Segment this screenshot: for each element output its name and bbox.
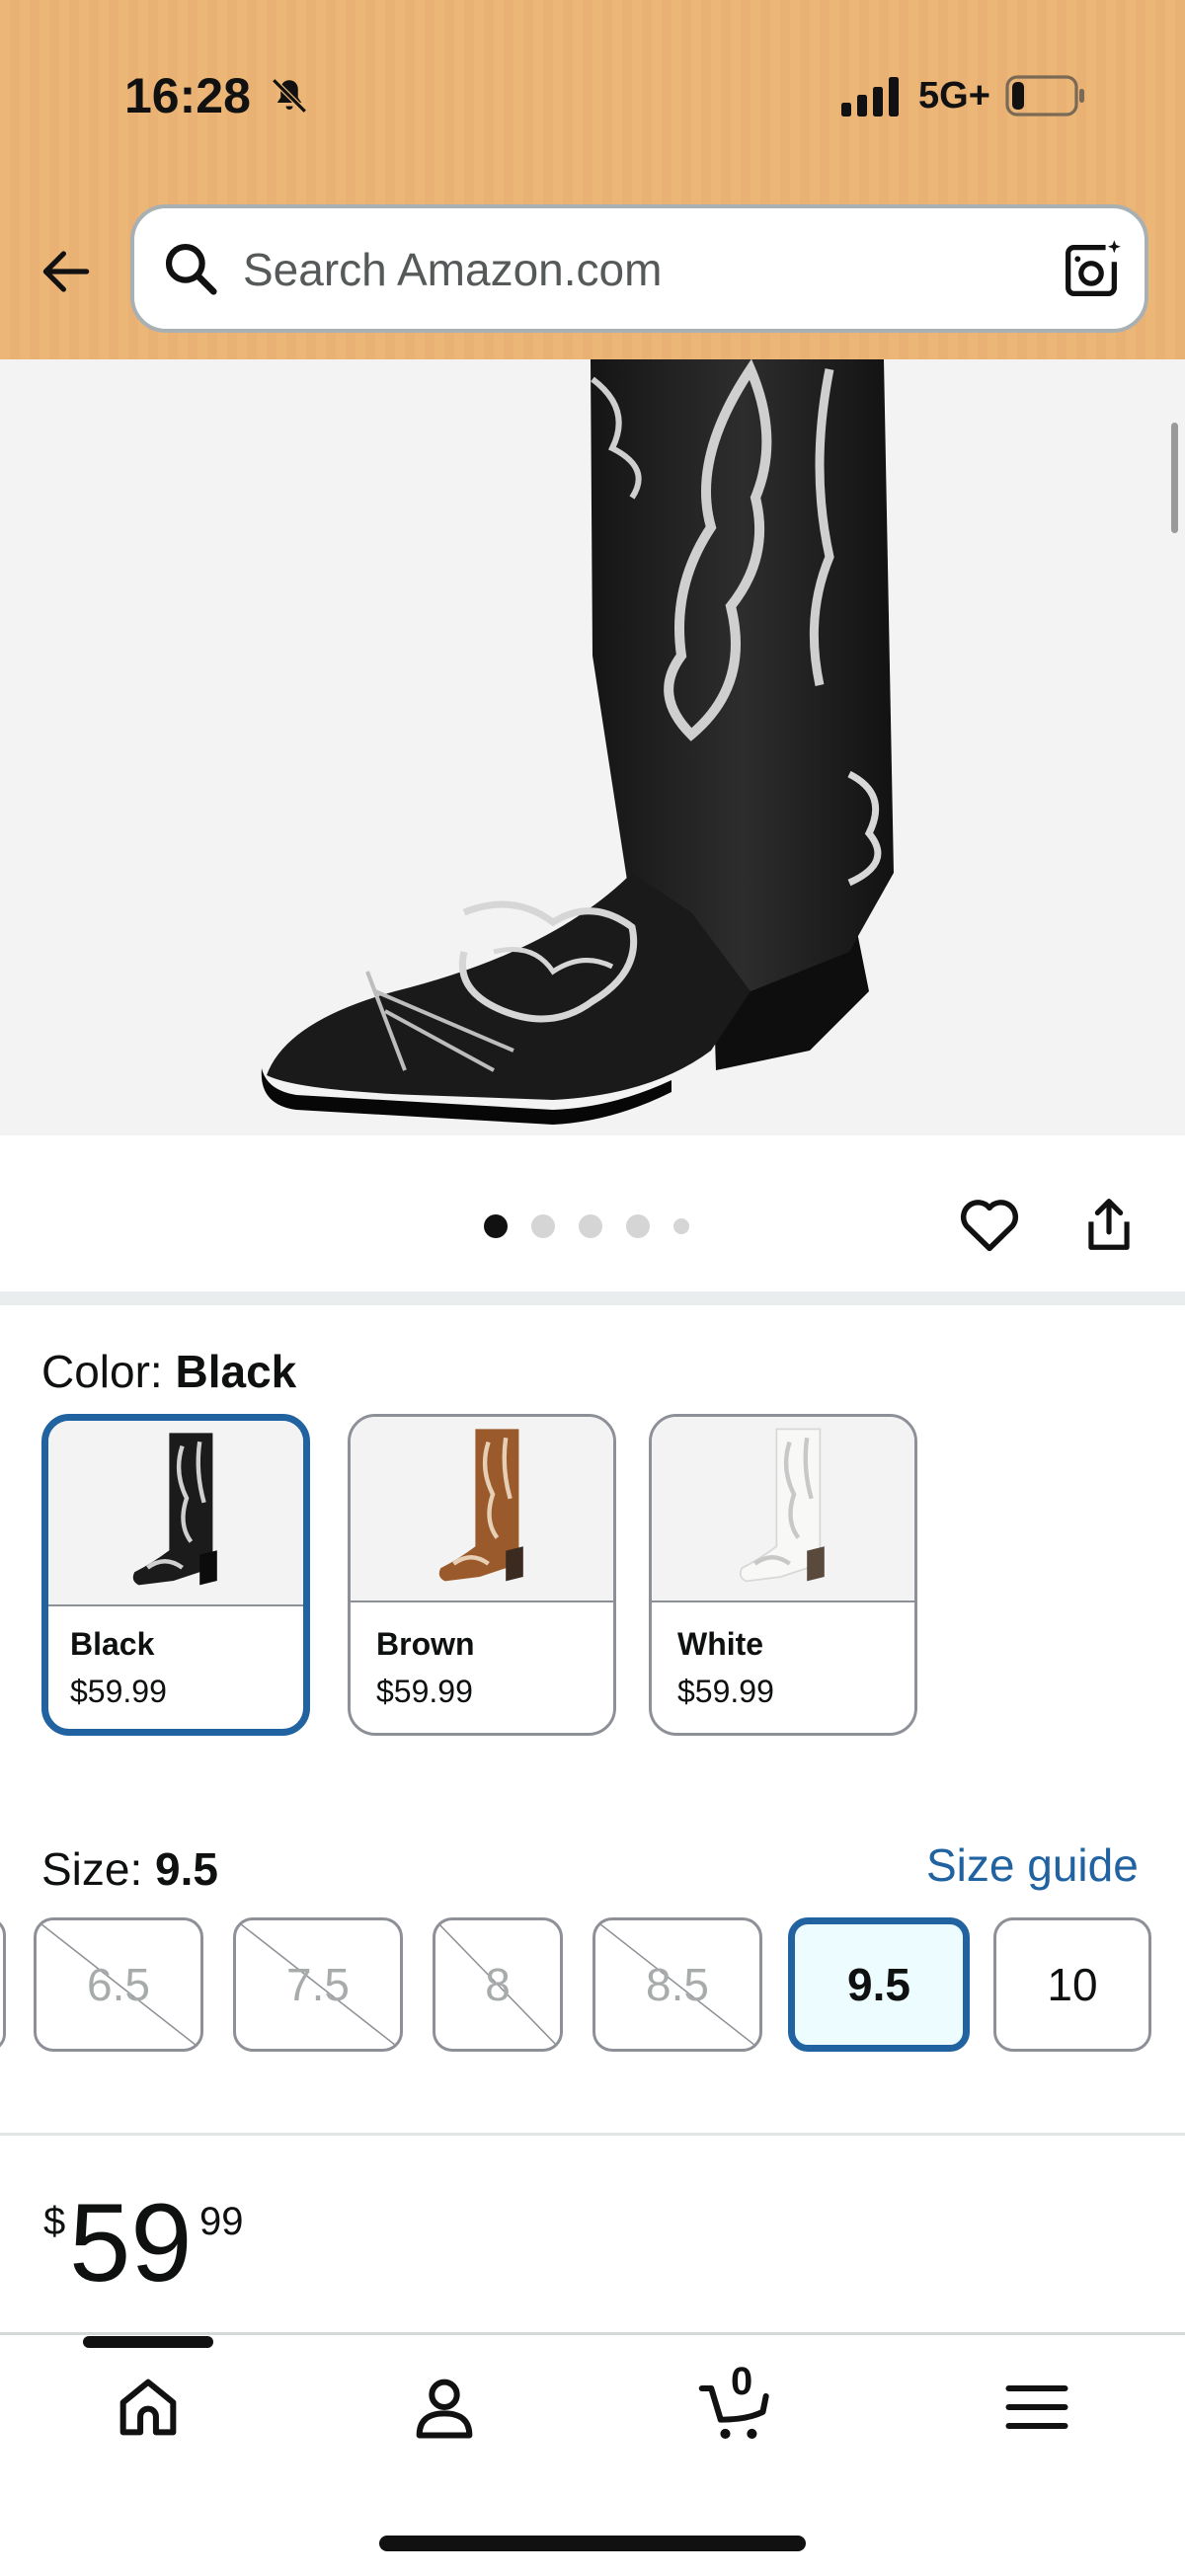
size-value: 8 [485, 1959, 511, 2010]
white-boot-thumbnail [739, 1428, 825, 1583]
network-label: 5G+ [918, 75, 990, 117]
color-swatch-white[interactable]: White $59.99 [649, 1414, 917, 1736]
size-value: 7.5 [286, 1959, 350, 2010]
black-boot-thumbnail [132, 1433, 217, 1586]
account-icon[interactable] [405, 2370, 484, 2445]
swatch-name: Brown [376, 1626, 475, 1662]
size-value: 10 [1047, 1959, 1098, 2010]
bell-muted-icon [272, 78, 307, 114]
color-swatch-black[interactable]: Black $59.99 [41, 1414, 310, 1736]
brown-boot-thumbnail [438, 1429, 523, 1582]
price-currency: $ [43, 2200, 66, 2243]
home-indicator[interactable] [379, 2536, 806, 2551]
size-option-10[interactable]: 10 [993, 1917, 1151, 2052]
search-bar[interactable] [130, 204, 1148, 333]
swatch-thumbnail [48, 1421, 303, 1606]
pagination-dot[interactable] [484, 1214, 508, 1238]
scrollbar[interactable] [1171, 423, 1178, 533]
swatch-name: White [677, 1626, 764, 1662]
menu-icon[interactable] [997, 2370, 1076, 2445]
pagination-dot[interactable] [531, 1214, 555, 1238]
selected-size: 9.5 [155, 1843, 218, 1895]
price-whole: 59 [69, 2181, 193, 2304]
signal-icon [841, 77, 899, 117]
size-option-8-5[interactable]: 8.5 [592, 1917, 762, 2052]
color-label: Color: Black [41, 1346, 297, 1397]
heart-icon[interactable] [956, 1193, 1023, 1258]
color-swatch-brown[interactable]: Brown $59.99 [348, 1414, 616, 1736]
size-option-9-5[interactable]: 9.5 [788, 1917, 970, 2052]
size-value: 9.5 [847, 1959, 910, 2010]
pagination-dot[interactable] [579, 1214, 602, 1238]
home-icon[interactable] [109, 2370, 188, 2445]
battery-icon [1005, 75, 1084, 117]
swatch-thumbnail [351, 1417, 613, 1602]
section-divider [0, 1291, 1185, 1305]
size-value: 6.5 [87, 1959, 150, 2010]
cart-count-badge: 0 [731, 2360, 753, 2403]
size-guide-link[interactable]: Size guide [926, 1838, 1139, 1892]
selected-color: Black [175, 1346, 297, 1397]
back-arrow-icon[interactable] [36, 241, 97, 302]
pagination-dot[interactable] [673, 1218, 689, 1234]
swatch-thumbnail [652, 1417, 914, 1602]
search-icon[interactable] [160, 238, 221, 299]
swatch-price: $59.99 [70, 1674, 167, 1709]
pagination-dot[interactable] [626, 1214, 650, 1238]
header: 16:28 5G+ [0, 0, 1185, 359]
size-option-6-5[interactable]: 6.5 [34, 1917, 203, 2052]
size-option-8[interactable]: 8 [433, 1917, 563, 2052]
size-label: Size: 9.5 [41, 1843, 218, 1895]
swatch-price: $59.99 [677, 1674, 774, 1709]
share-icon[interactable] [1078, 1191, 1140, 1258]
size-value: 8.5 [646, 1959, 709, 2010]
active-tab-indicator [83, 2336, 213, 2348]
size-option-7-5[interactable]: 7.5 [233, 1917, 403, 2052]
section-divider [0, 2133, 1185, 2136]
price-fraction: 99 [199, 2200, 244, 2243]
status-time: 16:28 [124, 68, 251, 123]
swatch-name: Black [70, 1626, 155, 1662]
boot-image [261, 359, 894, 1125]
camera-search-icon[interactable] [1057, 236, 1126, 305]
swatch-price: $59.99 [376, 1674, 473, 1709]
size-option-partial[interactable] [0, 1917, 6, 2052]
product-image[interactable] [0, 359, 1185, 1135]
image-pagination[interactable] [484, 1214, 689, 1238]
search-input[interactable] [243, 240, 993, 299]
